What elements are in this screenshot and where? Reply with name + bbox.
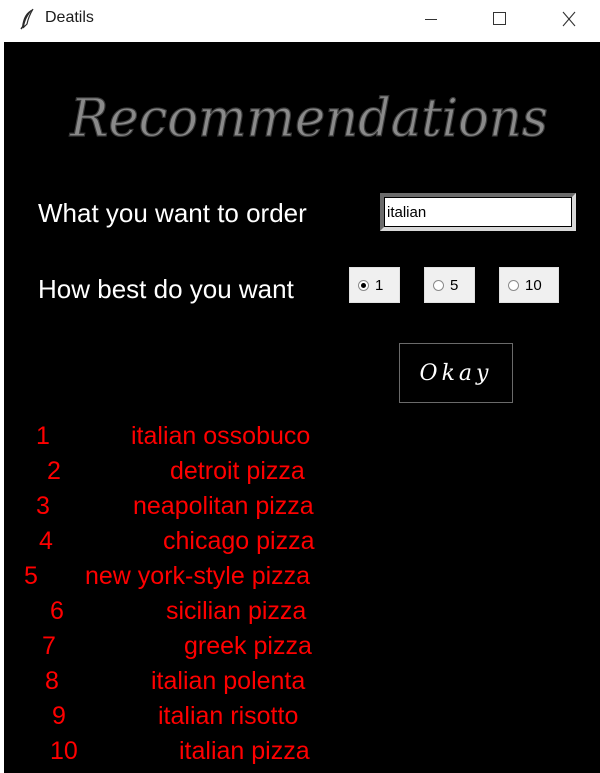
result-row: 6 sicilian pizza bbox=[4, 597, 384, 631]
radio-option-1[interactable]: 1 bbox=[349, 267, 400, 303]
result-row: 5 new york-style pizza bbox=[4, 562, 384, 596]
result-row: 2 detroit pizza bbox=[4, 457, 384, 491]
best-count-label: How best do you want bbox=[38, 274, 294, 304]
window-title: Deatils bbox=[45, 9, 94, 26]
result-rank: 7 bbox=[42, 632, 56, 660]
order-label: What you want to order bbox=[38, 198, 307, 228]
result-dish: detroit pizza bbox=[170, 457, 305, 485]
result-row: 1 italian ossobuco bbox=[4, 422, 384, 456]
radio-option-5[interactable]: 5 bbox=[424, 267, 475, 303]
svg-text:Recommendations: Recommendations bbox=[69, 89, 548, 149]
app-window: Deatils Recommendations What you want to… bbox=[0, 0, 600, 773]
result-dish: sicilian pizza bbox=[166, 597, 307, 625]
radio-option-10[interactable]: 10 bbox=[499, 267, 559, 303]
result-dish: italian polenta bbox=[151, 667, 306, 695]
result-row: 3 neapolitan pizza bbox=[4, 492, 384, 526]
recommendations-heading: Recommendations bbox=[68, 88, 548, 149]
result-dish: italian ossobuco bbox=[131, 422, 311, 450]
radio-option-label: 10 bbox=[525, 276, 542, 294]
result-rank: 10 bbox=[50, 737, 78, 765]
result-row: 8 italian polenta bbox=[4, 667, 384, 701]
feather-icon bbox=[20, 8, 34, 30]
details-panel: Recommendations What you want to order H… bbox=[4, 42, 600, 773]
result-dish: neapolitan pizza bbox=[133, 492, 314, 520]
okay-button[interactable]: Okay bbox=[399, 343, 513, 403]
maximize-icon bbox=[493, 12, 506, 25]
radio-indicator[interactable] bbox=[508, 279, 519, 291]
result-row: 4 chicago pizza bbox=[4, 527, 384, 561]
result-rank: 8 bbox=[45, 667, 59, 695]
result-dish: new york-style pizza bbox=[85, 562, 311, 590]
result-dish: italian risotto bbox=[158, 702, 299, 730]
result-row: 7 greek pizza bbox=[4, 632, 384, 666]
radio-option-label: 1 bbox=[375, 276, 384, 294]
radio-selected-indicator[interactable] bbox=[358, 279, 369, 291]
close-icon bbox=[562, 11, 576, 27]
result-rank: 2 bbox=[47, 457, 61, 485]
title-bar[interactable]: Deatils bbox=[0, 0, 600, 40]
maximize-button[interactable] bbox=[476, 0, 522, 40]
radio-option-label: 5 bbox=[450, 276, 459, 294]
result-rank: 3 bbox=[36, 492, 50, 520]
result-rank: 6 bbox=[50, 597, 64, 625]
radio-indicator[interactable] bbox=[433, 279, 444, 291]
result-rank: 4 bbox=[39, 527, 53, 555]
result-row: 9 italian risotto bbox=[4, 702, 384, 736]
result-rank: 9 bbox=[52, 702, 66, 730]
result-dish: italian pizza bbox=[179, 737, 310, 765]
result-rank: 5 bbox=[24, 562, 38, 590]
result-row: 10 italian pizza bbox=[4, 737, 384, 771]
close-button[interactable] bbox=[546, 0, 592, 40]
result-dish: greek pizza bbox=[184, 632, 312, 660]
minimize-icon bbox=[425, 19, 437, 20]
result-dish: chicago pizza bbox=[163, 527, 315, 555]
order-field[interactable] bbox=[380, 193, 576, 231]
order-input[interactable] bbox=[384, 197, 572, 227]
minimize-button[interactable] bbox=[408, 0, 454, 40]
result-rank: 1 bbox=[36, 422, 50, 450]
